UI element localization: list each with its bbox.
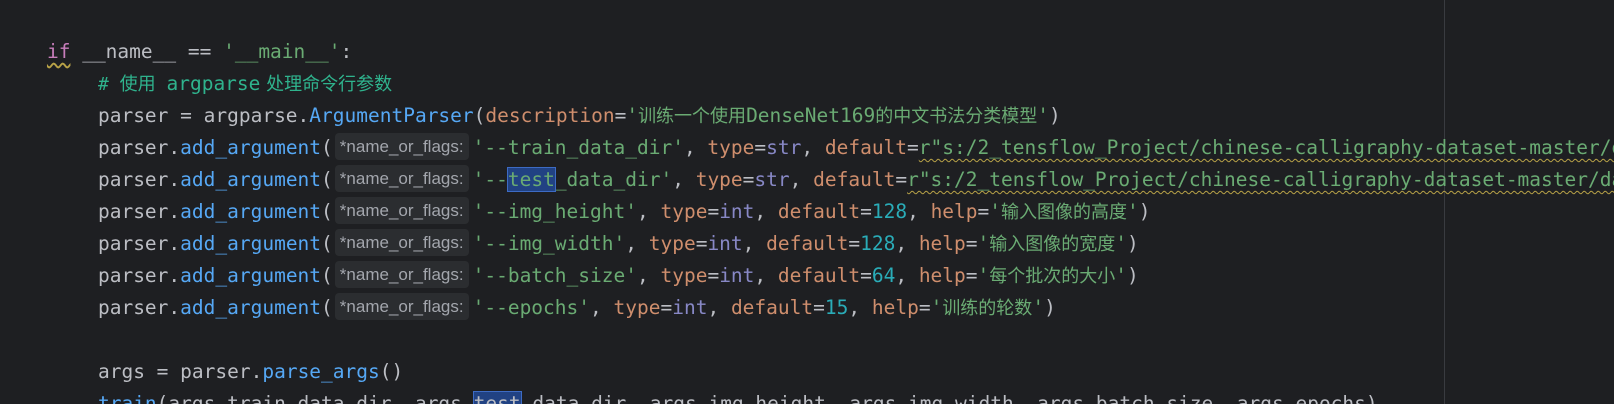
code-line-7[interactable]: parser.add_argument(*name_or_flags: '--im… [0,194,1139,256]
code-line-4[interactable]: parser.add_argument(*name_or_flags: '--tr… [0,98,1614,160]
equals: = [813,296,825,319]
function-call: train [97,392,157,404]
code-line-1[interactable]: if __name__ == '__main__': [0,2,352,63]
comma: , [848,296,872,319]
equals: = [660,296,673,319]
code-text: (args.train_data_dir, args. [156,392,474,404]
parameter-hint: *name_or_flags: [334,293,469,320]
code-editor[interactable]: if __name__ == '__main__': # 使用 argparse… [0,0,1614,404]
paren-close: ) [1044,296,1056,319]
function-call: add_argument [180,296,322,319]
string-quote: ' [1032,296,1045,319]
code-line-6[interactable]: parser.add_argument(*name_or_flags: '--im… [0,162,1151,224]
right-margin-guide [1444,0,1445,404]
code-line-8[interactable]: parser.add_argument(*name_or_flags: '--ba… [0,226,1139,288]
search-highlight: test [472,391,522,404]
code-line-5[interactable]: parser.add_argument(*name_or_flags: '--te… [0,130,1614,192]
code-line-12[interactable]: train(args.train_data_dir, args.test_dat… [0,354,1378,404]
paren-close: ) [1365,392,1378,404]
code-line-11[interactable]: args = parser.parse_args() [0,322,403,383]
comma: , [590,296,614,319]
string-quote: ' [930,296,943,319]
param-type: type [613,296,661,319]
code-text: parser. [97,296,181,319]
comma: , [707,296,731,319]
code-line-3[interactable]: parser = argparse.ArgumentParser(descrip… [0,66,1061,127]
code-line-2[interactable]: # 使用 argparse 处理命令行参数 [0,34,392,95]
param-help: help [871,296,919,319]
number-value: 15 [824,296,849,319]
string-quote: ' [1115,264,1128,287]
equals: = [918,296,931,319]
paren-close: ) [1127,264,1139,287]
type-value: int [672,296,708,319]
paren-close: ) [1138,200,1151,223]
string-arg: '--epochs' [472,296,591,319]
paren-open: ( [321,296,333,319]
help-text: 训练的轮数 [942,298,1033,319]
code-text: _data_dir, args.img_height, args.img_wid… [520,392,1366,404]
param-default: default [730,296,814,319]
code-line-9[interactable]: parser.add_argument(*name_or_flags: '--ep… [0,258,1056,320]
